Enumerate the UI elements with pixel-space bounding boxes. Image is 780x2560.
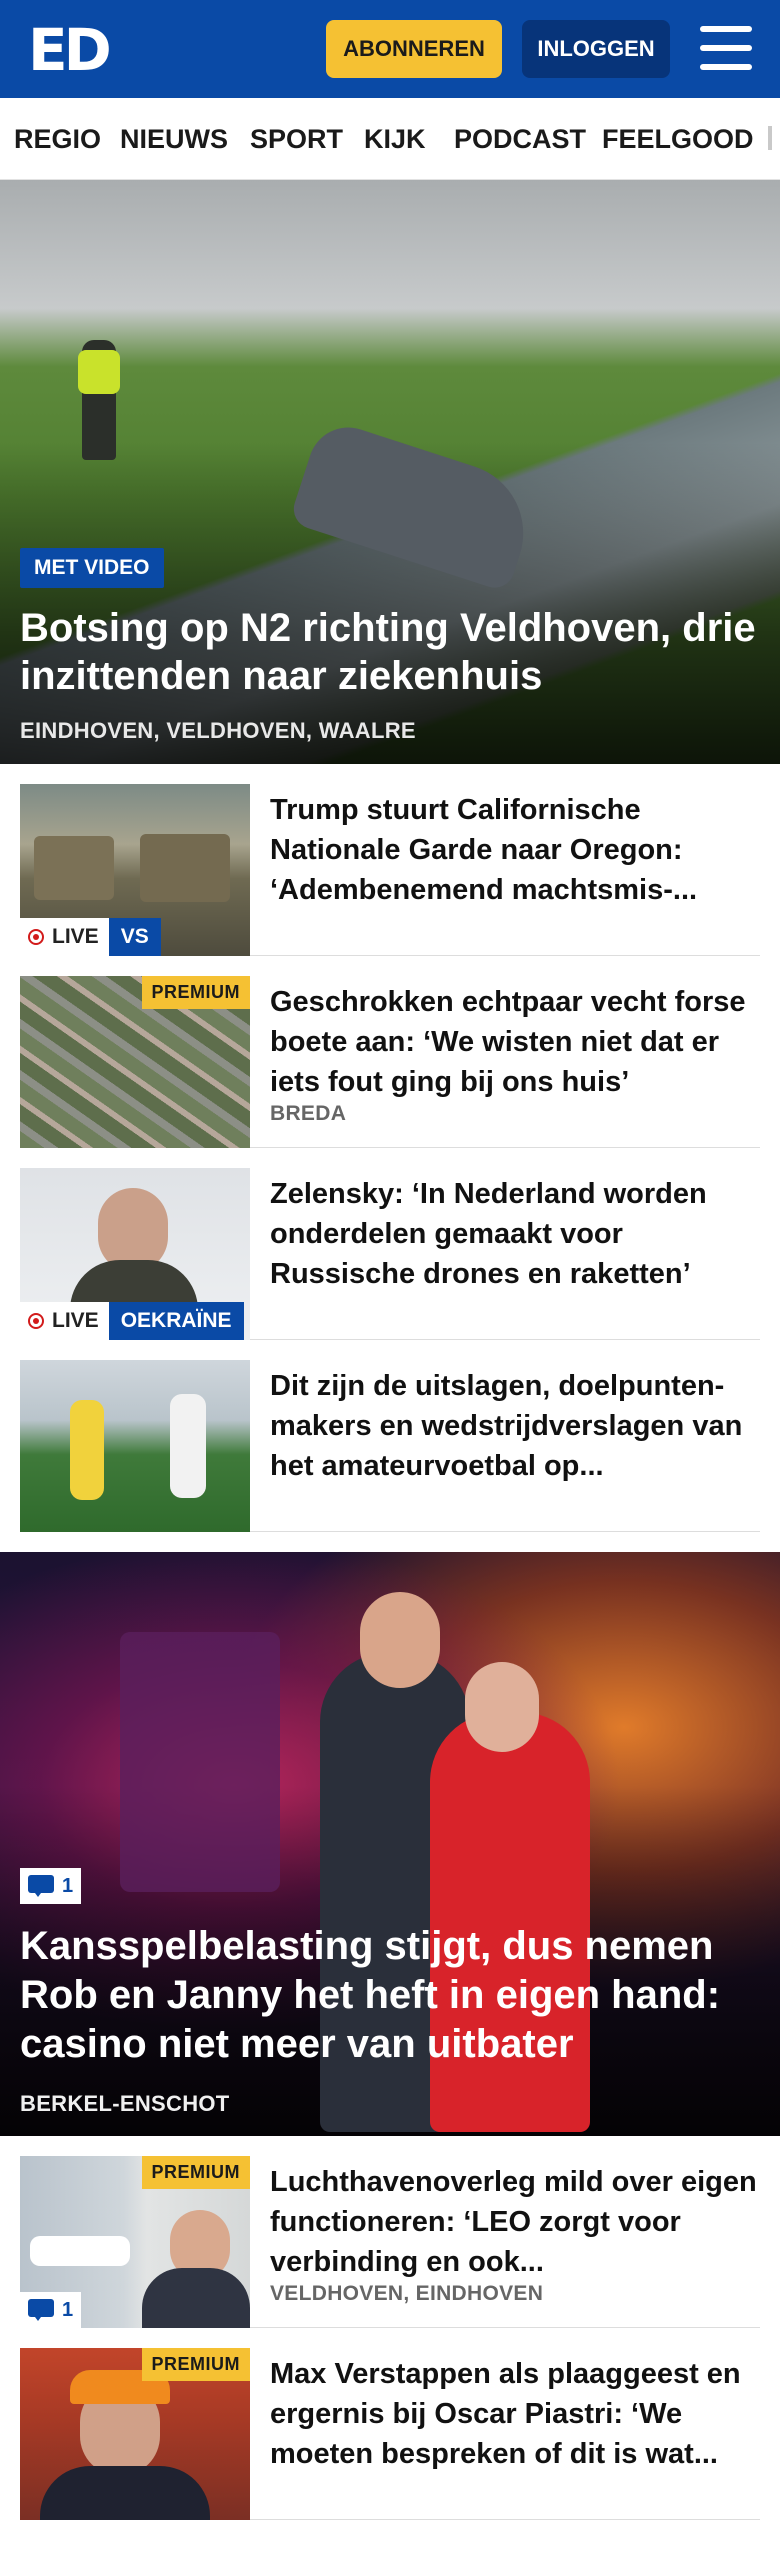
hero-vest-shape [78,350,120,394]
article-thumbnail[interactable] [20,1360,250,1532]
video-badge: MET VIDEO [20,548,164,588]
article-thumbnail[interactable]: PREMIUM [20,2348,250,2520]
nav-item-feelgood[interactable]: FEELGOOD [602,124,754,155]
list-item[interactable]: PREMIUM Max Verstappen als plaaggeest en… [20,2328,760,2520]
nav-item-podcast[interactable]: PODCAST [454,124,586,155]
feature-title[interactable]: Kansspelbelasting stijgt, dus nemen Rob … [20,1922,760,2069]
live-indicator: LIVE OEKRAÏNE [20,1302,244,1340]
article-title[interactable]: Max Verstappen als plaaggeest en ergerni… [270,2354,760,2474]
live-indicator: LIVE VS [20,918,161,956]
article-title[interactable]: Zelensky: ‘In Nederland worden onderdele… [270,1174,760,1294]
subscribe-button[interactable]: ABONNEREN [326,20,502,78]
nav-item-regio[interactable]: REGIO [14,124,101,155]
premium-badge: PREMIUM [141,2348,250,2381]
logo[interactable]: ED [28,20,118,80]
live-dot-icon [28,929,44,945]
list-item[interactable]: LIVE VS Trump stuurt Californische Natio… [20,764,760,956]
nav-item-sport[interactable]: SPORT [250,124,343,155]
live-dot-icon [28,1313,44,1329]
article-title[interactable]: Luchthavenoverleg mild over eigen functi… [270,2162,760,2282]
login-button[interactable]: INLOGGEN [522,20,670,78]
article-thumbnail[interactable]: LIVE OEKRAÏNE [20,1168,250,1340]
list-item[interactable]: Dit zijn de uitslagen, doelpunten-makers… [20,1340,760,1532]
list-item[interactable]: LIVE OEKRAÏNE Zelensky: ‘In Nederland wo… [20,1148,760,1340]
premium-badge: PREMIUM [141,976,250,1009]
comment-icon [28,2299,54,2321]
premium-badge: PREMIUM [141,2156,250,2189]
topic-tag[interactable]: OEKRAÏNE [108,1302,244,1340]
comment-icon [28,1875,54,1897]
feature-location: BERKEL-ENSCHOT [20,2091,230,2116]
nav-overflow-indicator [768,126,772,150]
section-nav: REGIO NIEUWS SPORT KIJK PODCAST FEELGOOD [0,98,780,180]
nav-item-nieuws[interactable]: NIEUWS [120,124,228,155]
comment-count-badge[interactable]: 1 [20,2292,82,2328]
feature-woman-head-shape [465,1662,539,1752]
list-item[interactable]: PREMIUM Geschrokken echtpaar vecht forse… [20,956,760,1148]
article-title[interactable]: Geschrokken echtpaar vecht forse boete a… [270,982,760,1102]
article-title[interactable]: Dit zijn de uitslagen, doelpunten-makers… [270,1366,760,1486]
nav-item-kijk[interactable]: KIJK [364,124,426,155]
article-thumbnail[interactable]: PREMIUM [20,976,250,1148]
top-bar: ED ABONNEREN INLOGGEN [0,0,780,98]
feature-man-head-shape [360,1592,440,1688]
article-thumbnail[interactable]: LIVE VS [20,784,250,956]
menu-icon[interactable] [700,26,752,70]
article-title[interactable]: Trump stuurt Californische Nationale Gar… [270,790,760,910]
topic-tag[interactable]: VS [108,918,161,956]
comment-count-badge[interactable]: 1 [20,1868,82,1904]
article-location: BREDA [270,1102,347,1125]
hero-location: EINDHOVEN, VELDHOVEN, WAALRE [20,718,416,743]
article-thumbnail[interactable]: PREMIUM 1 [20,2156,250,2328]
feature-slot-machine-shape [120,1632,280,1892]
hero-car-shape [288,417,542,593]
list-item[interactable]: PREMIUM 1 Luchthavenoverleg mild over ei… [20,2136,760,2328]
hero-title[interactable]: Botsing op N2 richting Veldhoven, drie i… [20,604,760,700]
article-location: VELDHOVEN, EINDHOVEN [270,2282,544,2305]
